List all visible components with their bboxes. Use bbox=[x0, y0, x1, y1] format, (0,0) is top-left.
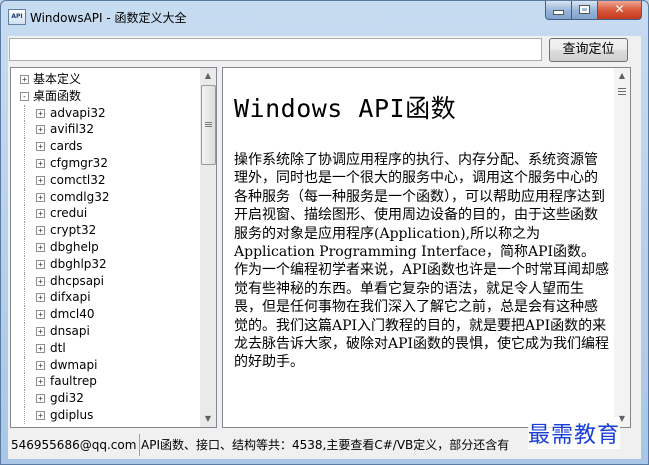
tree-item-label: dnsapi bbox=[50, 323, 90, 338]
tree-item[interactable]: + dmcl40 bbox=[11, 306, 200, 323]
tree-item-label: advapi32 bbox=[50, 105, 106, 120]
grip-icon bbox=[205, 122, 212, 128]
tree-item-label: 桌面函数 bbox=[33, 88, 82, 103]
tree-item-label: gdi32 bbox=[50, 391, 84, 406]
expand-icon[interactable]: + bbox=[36, 326, 45, 336]
expand-icon[interactable]: + bbox=[36, 142, 45, 152]
app-icon[interactable]: API bbox=[8, 9, 26, 25]
tree-item[interactable]: + comctl32 bbox=[11, 171, 200, 189]
expand-icon[interactable]: + bbox=[36, 158, 45, 168]
collapse-icon[interactable]: - bbox=[20, 91, 29, 101]
tree-item-label: cfgmgr32 bbox=[50, 155, 108, 170]
tree-item[interactable]: + crypt32 bbox=[11, 222, 200, 239]
tree-item-label: dhcpsapi bbox=[50, 273, 104, 288]
tree-item[interactable]: - 桌面函数 bbox=[11, 88, 200, 105]
tree-item-label: faultrep bbox=[50, 374, 97, 389]
tree-item[interactable]: + dbghelp bbox=[11, 238, 200, 256]
tree-item[interactable]: + dbghlp32 bbox=[11, 255, 200, 273]
tree-item[interactable]: + difxapi bbox=[11, 289, 200, 306]
close-icon: ✕ bbox=[614, 2, 625, 16]
document-paragraph: 操作系统除了协调应用程序的执行、内存分配、系统资源管理外，同时也是一个很大的服务… bbox=[234, 152, 605, 261]
expand-icon[interactable]: + bbox=[36, 192, 45, 202]
tree-item[interactable]: + cards bbox=[11, 138, 200, 155]
minimize-icon bbox=[553, 10, 564, 15]
tree-item[interactable]: + faultrep bbox=[11, 373, 200, 390]
tree-item[interactable]: + avifil32 bbox=[11, 121, 200, 138]
search-input[interactable] bbox=[9, 38, 542, 61]
document-title: Windows API函数 bbox=[234, 94, 457, 123]
watermark-text: 最需教育 bbox=[528, 417, 621, 449]
expand-icon[interactable]: + bbox=[36, 276, 45, 286]
tree-item-label: 基本定义 bbox=[33, 72, 82, 86]
grip-icon bbox=[618, 88, 626, 97]
scroll-down-icon[interactable]: ▼ bbox=[200, 411, 216, 427]
tree-item-label: dbghlp32 bbox=[50, 256, 107, 271]
document-panel: Windows API函数 操作系统除了协调应用程序的执行、内存分配、系统资源管… bbox=[222, 67, 631, 428]
tree-item-label: comctl32 bbox=[50, 172, 106, 187]
tree-item[interactable]: + cfgmgr32 bbox=[11, 154, 200, 172]
tree-item[interactable]: + gdi32 bbox=[11, 390, 200, 407]
tree-item[interactable]: + dhcpsapi bbox=[11, 272, 200, 290]
expand-icon[interactable]: + bbox=[36, 125, 45, 135]
scroll-up-icon[interactable]: ▲ bbox=[200, 68, 216, 84]
tree-item-label: dmcl40 bbox=[50, 307, 95, 322]
tree-item-label: dwmapi bbox=[50, 357, 98, 372]
tree-item-label: dbghelp bbox=[50, 239, 99, 254]
tree-scroll-thumb[interactable] bbox=[201, 85, 216, 165]
expand-icon[interactable]: + bbox=[36, 259, 45, 269]
tree-item-label: cards bbox=[50, 139, 83, 154]
expand-icon[interactable]: + bbox=[36, 360, 45, 370]
expand-icon[interactable]: + bbox=[36, 310, 45, 320]
maximize-icon bbox=[579, 5, 590, 14]
window-controls: ✕ bbox=[545, 1, 642, 21]
document-paragraph: 作为一个编程初学者来说，API函数也许是一个时常耳闻却感觉有些神秘的东西。单看它… bbox=[234, 262, 610, 371]
tree-item[interactable]: + dwmapi bbox=[11, 356, 200, 374]
scroll-up-icon[interactable]: ▲ bbox=[614, 68, 630, 84]
status-info: API函数、接口、结构等共：4538,主要查看C#/VB定义，部分还含有 bbox=[141, 438, 510, 452]
tree-item[interactable]: + advapi32 bbox=[11, 104, 200, 122]
tree-item[interactable]: + comdlg32 bbox=[11, 188, 200, 206]
maximize-button[interactable] bbox=[572, 1, 598, 20]
tree-item-label: dtl bbox=[50, 340, 66, 355]
status-email: 546955686@qq.com bbox=[8, 434, 141, 456]
function-tree[interactable]: + 基本定义 - 桌面函数 + advapi32 + avifil32 + cards + cfgmg… bbox=[11, 71, 200, 424]
tree-item[interactable]: + gdiplus bbox=[11, 406, 200, 424]
tree-item[interactable]: + dtl bbox=[11, 339, 200, 357]
expand-icon[interactable]: + bbox=[36, 226, 45, 236]
expand-icon[interactable]: + bbox=[36, 242, 45, 252]
document-scrollbar[interactable]: ▲ ▼ bbox=[614, 68, 630, 427]
tree-item[interactable]: + credui bbox=[11, 205, 200, 222]
tree-item-label: crypt32 bbox=[50, 223, 97, 238]
expand-icon[interactable]: + bbox=[36, 377, 45, 387]
tree-item-label: comdlg32 bbox=[50, 189, 110, 204]
tree-item-label: avifil32 bbox=[50, 122, 94, 137]
expand-icon[interactable]: + bbox=[36, 343, 45, 353]
function-tree-panel: + 基本定义 - 桌面函数 + advapi32 + avifil32 + cards + cfgmg… bbox=[10, 67, 217, 428]
tree-item[interactable]: + 基本定义 bbox=[11, 71, 200, 88]
expand-icon[interactable]: + bbox=[36, 293, 45, 303]
expand-icon[interactable]: + bbox=[36, 209, 45, 219]
tree-item-label: difxapi bbox=[50, 290, 91, 305]
tree-item[interactable]: + dnsapi bbox=[11, 322, 200, 340]
client-area: 查询定位 + 基本定义 - 桌面函数 + advapi32 + avifil32 + cards +… bbox=[8, 36, 641, 459]
expand-icon[interactable]: + bbox=[20, 75, 29, 84]
expand-icon[interactable]: + bbox=[36, 108, 45, 118]
close-button[interactable]: ✕ bbox=[598, 1, 642, 20]
expand-icon[interactable]: + bbox=[36, 394, 45, 404]
title-bar[interactable]: API WindowsAPI - 函数定义大全 ✕ bbox=[1, 1, 648, 31]
document-content: Windows API函数 操作系统除了协调应用程序的执行、内存分配、系统资源管… bbox=[234, 80, 611, 372]
expand-icon[interactable]: + bbox=[36, 410, 45, 420]
search-locate-button[interactable]: 查询定位 bbox=[549, 38, 628, 62]
window-title: WindowsAPI - 函数定义大全 bbox=[30, 11, 187, 25]
tree-scrollbar[interactable]: ▲ ▼ bbox=[200, 68, 216, 427]
app-window: API WindowsAPI - 函数定义大全 ✕ 查询定位 + 基本定义 - 桌面函… bbox=[0, 0, 649, 465]
expand-icon[interactable]: + bbox=[36, 175, 45, 185]
tree-item-label: gdiplus bbox=[50, 407, 94, 422]
tree-item-label: credui bbox=[50, 206, 88, 221]
minimize-button[interactable] bbox=[545, 1, 572, 20]
